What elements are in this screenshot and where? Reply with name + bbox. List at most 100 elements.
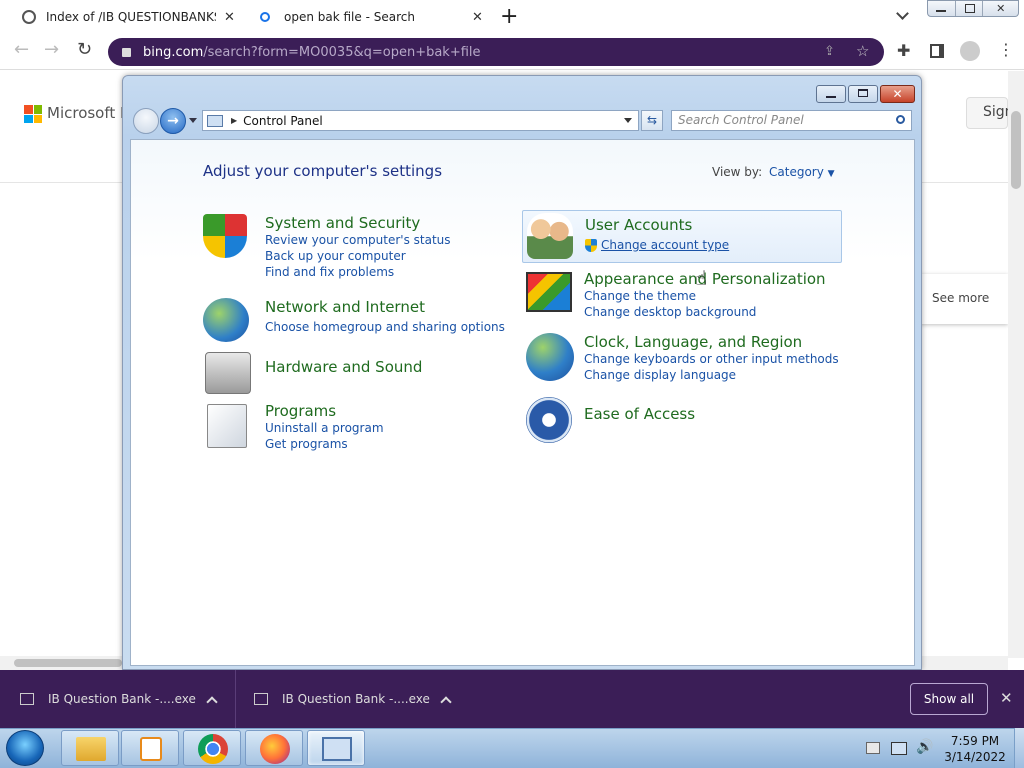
category-title[interactable]: Ease of Access xyxy=(584,405,844,423)
control-panel-icon xyxy=(207,114,223,127)
star-icon[interactable]: ☆ xyxy=(856,42,869,60)
action-center-icon[interactable] xyxy=(866,742,880,754)
cp-forward-button[interactable]: → xyxy=(160,108,186,134)
close-icon[interactable]: ✕ xyxy=(1000,689,1013,707)
media-player-icon xyxy=(140,737,162,761)
extensions-icon[interactable]: ✚ xyxy=(897,41,910,60)
download-filename: IB Question Bank -....exe xyxy=(282,692,430,706)
minimize-button[interactable] xyxy=(928,1,956,16)
link-homegroup[interactable]: Choose homegroup and sharing options xyxy=(265,320,525,334)
cp-maximize-button[interactable] xyxy=(848,85,878,103)
time: 7:59 PM xyxy=(950,734,1000,748)
menu-icon[interactable]: ⋮ xyxy=(998,40,1014,59)
link-get-programs[interactable]: Get programs xyxy=(265,437,515,451)
link-desktop-background[interactable]: Change desktop background xyxy=(584,305,844,319)
category-title[interactable]: Network and Internet xyxy=(265,298,525,316)
tab-search[interactable]: open bak file - Search ✕ xyxy=(250,0,490,34)
cp-close-button[interactable]: ✕ xyxy=(880,85,915,103)
link-uninstall[interactable]: Uninstall a program xyxy=(265,421,515,435)
share-icon[interactable]: ⇪ xyxy=(824,44,835,59)
firefox-taskbar-button[interactable] xyxy=(245,730,303,766)
chrome-icon xyxy=(198,734,228,764)
cp-minimize-button[interactable] xyxy=(816,85,846,103)
link-change-theme[interactable]: Change the theme xyxy=(584,289,844,303)
breadcrumb[interactable]: Control Panel xyxy=(243,114,323,128)
date: 3/14/2022 xyxy=(944,750,1006,764)
cp-back-button[interactable] xyxy=(133,108,159,134)
control-panel-window: ✕ → ▶ Control Panel ⇆ Search Control Pan… xyxy=(122,75,922,670)
download-bar: IB Question Bank -....exe IB Question Ba… xyxy=(0,670,1024,728)
media-player-taskbar-button[interactable] xyxy=(121,730,179,766)
chevron-up-icon[interactable] xyxy=(440,696,452,708)
download-item[interactable]: IB Question Bank -....exe xyxy=(0,670,236,728)
link-label: Change account type xyxy=(601,238,730,252)
link-back-up[interactable]: Back up your computer xyxy=(265,249,515,263)
printer-icon xyxy=(205,352,251,394)
category-title[interactable]: User Accounts xyxy=(585,216,835,234)
download-item[interactable]: IB Question Bank -....exe xyxy=(237,670,473,728)
recent-pages-dropdown-icon[interactable] xyxy=(189,118,197,123)
close-icon[interactable]: ✕ xyxy=(224,10,235,25)
programs-icon xyxy=(207,404,247,448)
tab-index[interactable]: Index of /IB QUESTIONBANKS/2 ✕ xyxy=(8,0,248,34)
category-title[interactable]: Programs xyxy=(265,402,515,420)
network-tray-icon[interactable] xyxy=(891,742,907,755)
category-title[interactable]: Clock, Language, and Region xyxy=(584,333,844,351)
view-by-label: View by: xyxy=(712,165,763,179)
category-title[interactable]: System and Security xyxy=(265,214,515,232)
reload-icon[interactable]: ↻ xyxy=(77,39,92,60)
link-display-language[interactable]: Change display language xyxy=(584,368,844,382)
control-panel-taskbar-button[interactable] xyxy=(307,730,365,766)
view-by-dropdown[interactable]: Category ▼ xyxy=(769,165,835,179)
vertical-scrollbar[interactable] xyxy=(1008,71,1024,658)
chrome-taskbar-button[interactable] xyxy=(183,730,241,766)
cp-search-input[interactable]: Search Control Panel xyxy=(671,110,912,131)
cp-address-bar[interactable]: ▶ Control Panel xyxy=(202,110,639,131)
back-arrow-icon[interactable]: ← xyxy=(14,39,29,60)
sign-in-button[interactable]: Sign xyxy=(966,97,1014,129)
chevron-down-icon: ▼ xyxy=(827,169,835,179)
show-all-button[interactable]: Show all xyxy=(910,683,988,715)
breadcrumb-arrow-icon: ▶ xyxy=(231,116,238,125)
search-icon[interactable] xyxy=(896,115,905,124)
category-user-accounts[interactable]: User Accounts Change account type xyxy=(522,210,842,263)
forward-arrow-icon[interactable]: → xyxy=(44,39,59,60)
users-icon xyxy=(527,213,573,259)
close-button[interactable]: ✕ xyxy=(983,1,1018,16)
link-change-keyboards[interactable]: Change keyboards or other input methods xyxy=(584,352,844,366)
show-desktop-button[interactable] xyxy=(1014,728,1024,768)
link-change-account-type[interactable]: Change account type xyxy=(585,238,835,252)
address-bar[interactable]: bing.com/search?form=MO0035&q=open+bak+f… xyxy=(108,38,884,66)
refresh-button[interactable]: ⇆ xyxy=(641,110,663,131)
see-more-card[interactable]: See more xyxy=(920,274,1008,324)
search-placeholder: Search Control Panel xyxy=(678,113,804,127)
explorer-taskbar-button[interactable] xyxy=(61,730,119,766)
lock-icon xyxy=(122,47,131,57)
download-filename: IB Question Bank -....exe xyxy=(48,692,196,706)
file-icon xyxy=(20,693,34,705)
link-review-status[interactable]: Review your computer's status xyxy=(265,233,515,247)
globe-icon xyxy=(22,10,36,24)
avatar[interactable] xyxy=(960,41,980,61)
address-dropdown-icon[interactable] xyxy=(624,118,632,123)
volume-icon[interactable]: 🔊 xyxy=(916,739,933,755)
start-button[interactable] xyxy=(6,730,44,766)
firefox-icon xyxy=(260,734,290,764)
folder-icon xyxy=(76,737,106,761)
url-domain: bing.com xyxy=(143,44,204,60)
category-title[interactable]: Appearance and Personalization xyxy=(584,270,844,288)
ease-of-access-icon xyxy=(526,397,572,443)
restore-button[interactable] xyxy=(956,1,984,16)
network-icon xyxy=(203,298,249,342)
tab-title: Index of /IB QUESTIONBANKS/2 xyxy=(46,10,216,24)
new-tab-button[interactable]: + xyxy=(500,4,518,29)
close-icon[interactable]: ✕ xyxy=(472,10,483,25)
tab-strip: Index of /IB QUESTIONBANKS/2 ✕ open bak … xyxy=(0,0,1024,34)
chevron-down-icon[interactable] xyxy=(896,7,909,20)
chevron-up-icon[interactable] xyxy=(206,696,218,708)
category-title[interactable]: Hardware and Sound xyxy=(265,358,515,376)
link-find-fix[interactable]: Find and fix problems xyxy=(265,265,515,279)
side-panel-icon[interactable] xyxy=(930,44,944,58)
control-panel-icon xyxy=(322,737,352,761)
clock[interactable]: 7:59 PM 3/14/2022 xyxy=(940,733,1010,765)
